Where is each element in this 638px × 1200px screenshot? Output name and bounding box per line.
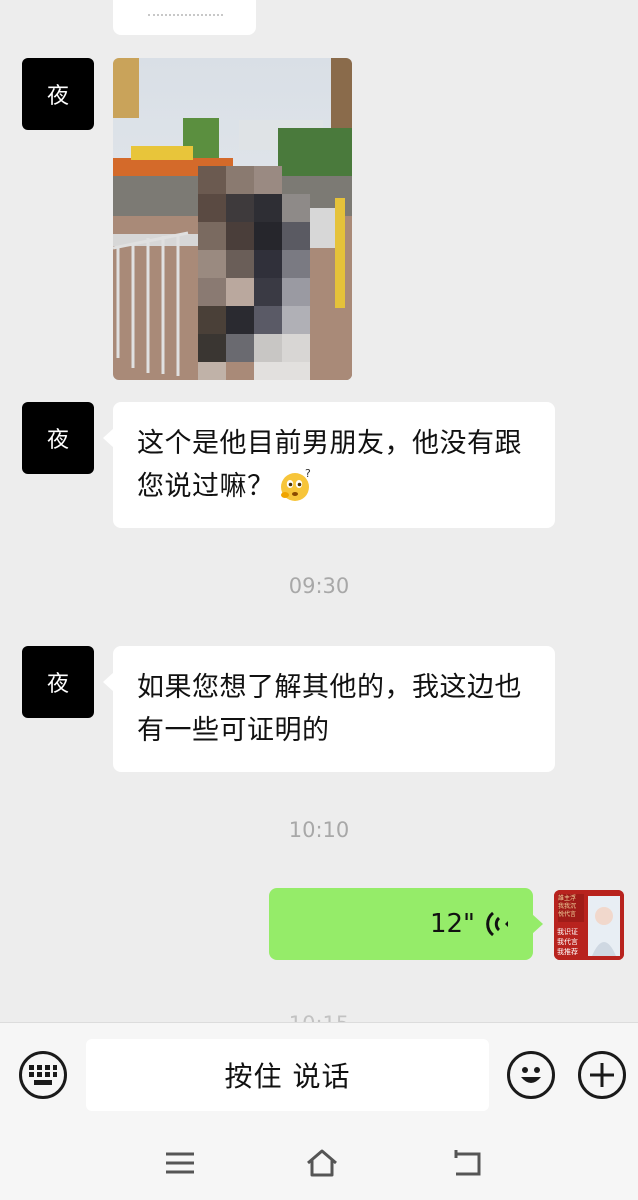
hold-to-talk-label: 按住 说话 bbox=[224, 1060, 351, 1093]
chat-area[interactable]: 夜 夜 这个是他目前男朋友，他没有跟您说过嘛？ ? 09:30 夜 如果您想了解… bbox=[0, 0, 638, 1022]
previous-message-card[interactable] bbox=[113, 0, 256, 35]
keyboard-toggle-button[interactable] bbox=[19, 1051, 67, 1099]
avatar-text-2: 我代言 bbox=[557, 937, 578, 946]
photo-content bbox=[113, 58, 352, 380]
avatar-char: 夜 bbox=[46, 84, 69, 109]
image-message[interactable] bbox=[113, 58, 352, 380]
received-message[interactable]: 如果您想了解其他的，我这边也有一些可证明的 bbox=[103, 646, 555, 772]
avatar-char: 夜 bbox=[46, 428, 69, 453]
emoji-button[interactable] bbox=[507, 1051, 555, 1099]
contact-avatar[interactable]: 夜 bbox=[22, 646, 94, 718]
timestamp: 10:10 bbox=[288, 818, 350, 842]
avatar-text-3: 我推荐 bbox=[557, 947, 578, 956]
system-navigation-bar bbox=[0, 1132, 638, 1200]
more-plus-button[interactable] bbox=[578, 1051, 626, 1099]
back-icon[interactable] bbox=[450, 1146, 484, 1180]
svg-text:悦代言: 悦代言 bbox=[558, 910, 576, 918]
thinking-face-icon: ? bbox=[280, 467, 311, 501]
plus-icon bbox=[590, 1063, 614, 1087]
message-text: 如果您想了解其他的，我这边也有一些可证明的 bbox=[137, 672, 522, 746]
svg-text:?: ? bbox=[305, 467, 311, 480]
contact-avatar[interactable]: 夜 bbox=[22, 402, 94, 474]
timestamp: 09:30 bbox=[288, 574, 350, 598]
timestamp-partial: 10:15 bbox=[0, 1012, 638, 1022]
emoji-smile-icon bbox=[521, 1067, 541, 1083]
keyboard-icon bbox=[29, 1065, 57, 1085]
voice-duration: 12" bbox=[429, 909, 475, 939]
svg-text:我我沉: 我我沉 bbox=[558, 902, 576, 910]
avatar-char: 夜 bbox=[46, 672, 69, 697]
message-text: 这个是他目前男朋友，他没有跟您说过嘛？ bbox=[137, 428, 522, 502]
input-bar: 按住 说话 bbox=[0, 1022, 638, 1132]
svg-text:誰主浮: 誰主浮 bbox=[558, 894, 576, 902]
contact-avatar[interactable]: 夜 bbox=[22, 58, 94, 130]
voice-message[interactable]: 12" bbox=[269, 888, 543, 960]
avatar-text-1: 我识证 bbox=[557, 927, 578, 936]
voice-wave-icon bbox=[486, 911, 508, 937]
menu-icon[interactable] bbox=[163, 1146, 197, 1180]
received-message[interactable]: 这个是他目前男朋友，他没有跟您说过嘛？ ? bbox=[103, 402, 555, 528]
avatar-image: 誰主浮我我沉悦代言 我识证 我代言 我推荐 bbox=[554, 890, 624, 960]
home-icon[interactable] bbox=[305, 1146, 339, 1180]
divider bbox=[148, 14, 223, 18]
hold-to-talk-button[interactable]: 按住 说话 bbox=[86, 1039, 489, 1111]
my-avatar[interactable]: 誰主浮 我我沉 悦代言 我识证 我代言 我推荐 bbox=[554, 890, 624, 960]
